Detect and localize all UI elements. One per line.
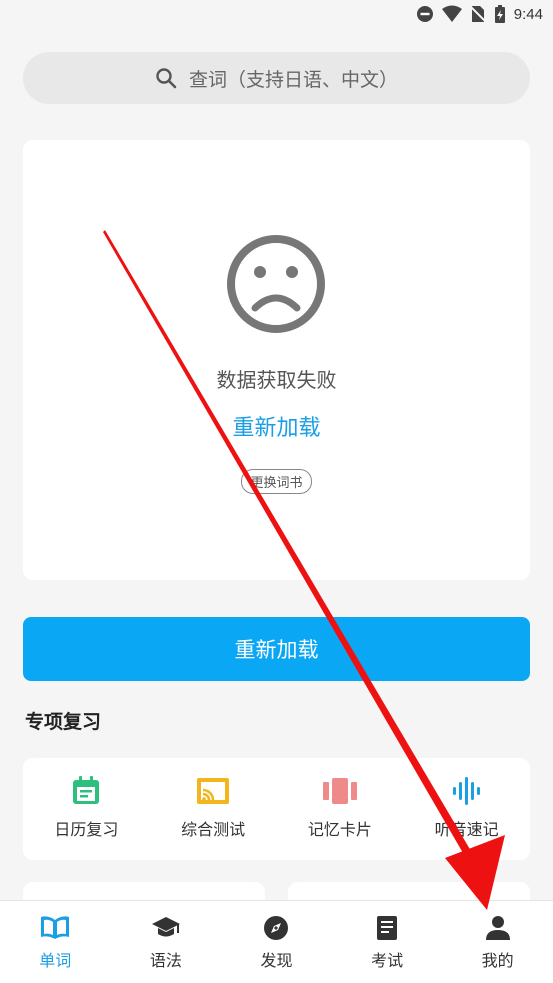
- calendar-icon: [73, 776, 100, 804]
- search-icon: [156, 68, 177, 89]
- tab-grammar[interactable]: 语法: [111, 901, 222, 983]
- sad-face-icon: [227, 235, 325, 333]
- compass-icon: [264, 916, 289, 940]
- feature-label: 听音速记: [434, 820, 499, 839]
- soundwave-icon: [452, 777, 480, 805]
- tab-exam[interactable]: 考试: [332, 901, 443, 983]
- tab-label: 语法: [149, 951, 182, 970]
- person-icon: [485, 916, 510, 940]
- special-review-grid: 日历复习 综合测试 记忆卡片 听音速记: [23, 758, 530, 860]
- feature-calendar-review[interactable]: 日历复习: [23, 758, 150, 860]
- search-placeholder: 查词（支持日语、中文）: [188, 68, 398, 91]
- change-book-button[interactable]: 更换词书: [241, 469, 312, 494]
- tab-discover[interactable]: 发现: [221, 901, 332, 983]
- tab-label: 考试: [371, 951, 404, 970]
- bottom-tab-bar: 单词 语法 发现 考试 我的: [0, 900, 553, 983]
- do-not-disturb-icon: [416, 6, 433, 22]
- status-time: 9:44: [513, 5, 543, 23]
- section-title: 专项复习: [25, 711, 102, 733]
- battery-charging-icon: [494, 5, 505, 23]
- tab-me[interactable]: 我的: [442, 901, 553, 983]
- feature-label: 记忆卡片: [307, 820, 372, 839]
- reload-link[interactable]: 重新加载: [23, 410, 530, 442]
- tab-label: 发现: [260, 951, 293, 970]
- feature-listening-memo[interactable]: 听音速记: [403, 758, 530, 860]
- no-sim-icon: [469, 5, 486, 23]
- feature-label: 综合测试: [181, 820, 246, 839]
- word-card: 数据获取失败 重新加载 更换词书: [23, 140, 530, 580]
- cast-icon: [197, 778, 230, 804]
- graduation-cap-icon: [151, 917, 180, 937]
- feature-label: 日历复习: [54, 820, 119, 839]
- book-icon: [41, 916, 70, 939]
- tab-words[interactable]: 单词: [0, 901, 111, 983]
- tab-label: 我的: [481, 951, 514, 970]
- reload-button[interactable]: 重新加载: [23, 617, 530, 681]
- cards-icon: [322, 778, 357, 804]
- feature-memory-cards[interactable]: 记忆卡片: [277, 758, 404, 860]
- status-bar: 9:44: [0, 0, 553, 32]
- tab-label: 单词: [39, 951, 72, 970]
- search-bar[interactable]: 查词（支持日语、中文）: [23, 52, 530, 104]
- document-icon: [377, 916, 398, 940]
- feature-comprehensive-test[interactable]: 综合测试: [150, 758, 277, 860]
- error-message: 数据获取失败: [216, 368, 337, 392]
- wifi-icon: [441, 5, 462, 22]
